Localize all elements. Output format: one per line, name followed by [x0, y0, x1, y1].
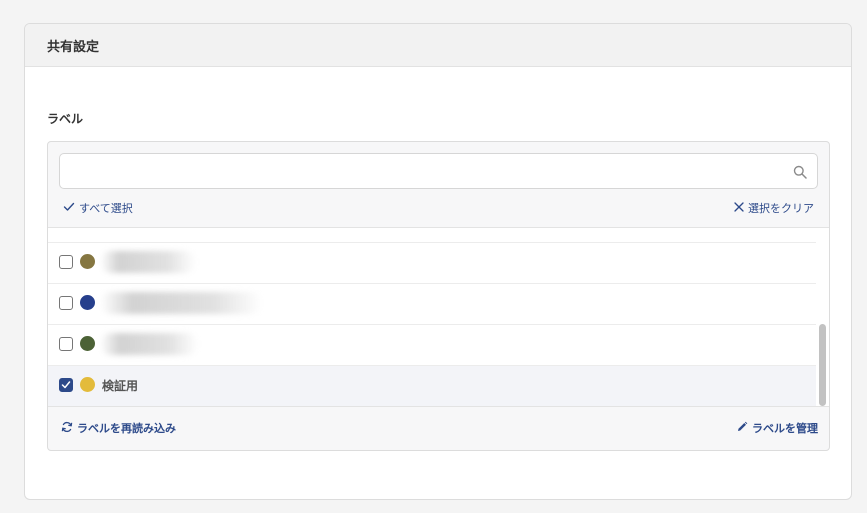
scrollbar-thumb[interactable]	[819, 324, 826, 406]
list-item[interactable]	[48, 283, 816, 324]
label-name-obscured	[100, 251, 196, 273]
selection-actions: すべて選択 選択をクリア	[48, 200, 829, 216]
label-color-dot	[80, 295, 95, 310]
manage-labels-label: ラベルを管理	[752, 422, 818, 435]
label-color-dot	[80, 254, 95, 269]
item-checkbox[interactable]	[59, 337, 73, 351]
label-search-box[interactable]	[59, 153, 818, 189]
label-name-obscured	[100, 333, 198, 355]
item-checkbox[interactable]	[59, 296, 73, 310]
pencil-icon	[736, 421, 748, 436]
label-list: 検証用	[48, 227, 829, 407]
section-title: 共有設定	[47, 39, 100, 55]
section-header: 共有設定	[25, 24, 851, 67]
label-name-obscured	[100, 292, 262, 314]
item-checkbox[interactable]	[59, 255, 73, 269]
label-field-title: ラベル	[47, 112, 84, 126]
close-icon	[734, 201, 744, 215]
label-search-input[interactable]	[60, 154, 800, 188]
list-item[interactable]: 検証用	[48, 365, 816, 406]
label-selector: すべて選択 選択をクリア 検証用 ラベルを再読み込み ラベルを管理	[47, 141, 830, 451]
list-item[interactable]	[48, 324, 816, 365]
checkmark-icon	[63, 202, 75, 215]
shared-settings-card: 共有設定 ラベル すべて選択 選択をクリア 検証用 ラベルを再読み込み ラベルを…	[24, 23, 852, 500]
item-checkbox-checked[interactable]	[59, 378, 73, 392]
clear-selection-button[interactable]: 選択をクリア	[734, 200, 814, 216]
search-icon[interactable]	[793, 164, 807, 179]
manage-labels-button[interactable]: ラベルを管理	[736, 420, 818, 436]
select-all-button[interactable]: すべて選択	[63, 200, 133, 216]
list-scrollbar[interactable]	[817, 228, 827, 406]
clear-selection-label: 選択をクリア	[748, 202, 814, 215]
select-all-label: すべて選択	[79, 202, 133, 215]
reload-labels-label: ラベルを再読み込み	[77, 422, 176, 435]
list-item[interactable]	[48, 242, 816, 283]
label-color-dot	[80, 336, 95, 351]
label-footer-actions: ラベルを再読み込み ラベルを管理	[48, 420, 829, 436]
label-name: 検証用	[102, 379, 139, 393]
label-color-dot	[80, 377, 95, 392]
reload-labels-button[interactable]: ラベルを再読み込み	[61, 420, 176, 436]
refresh-icon	[61, 421, 73, 436]
